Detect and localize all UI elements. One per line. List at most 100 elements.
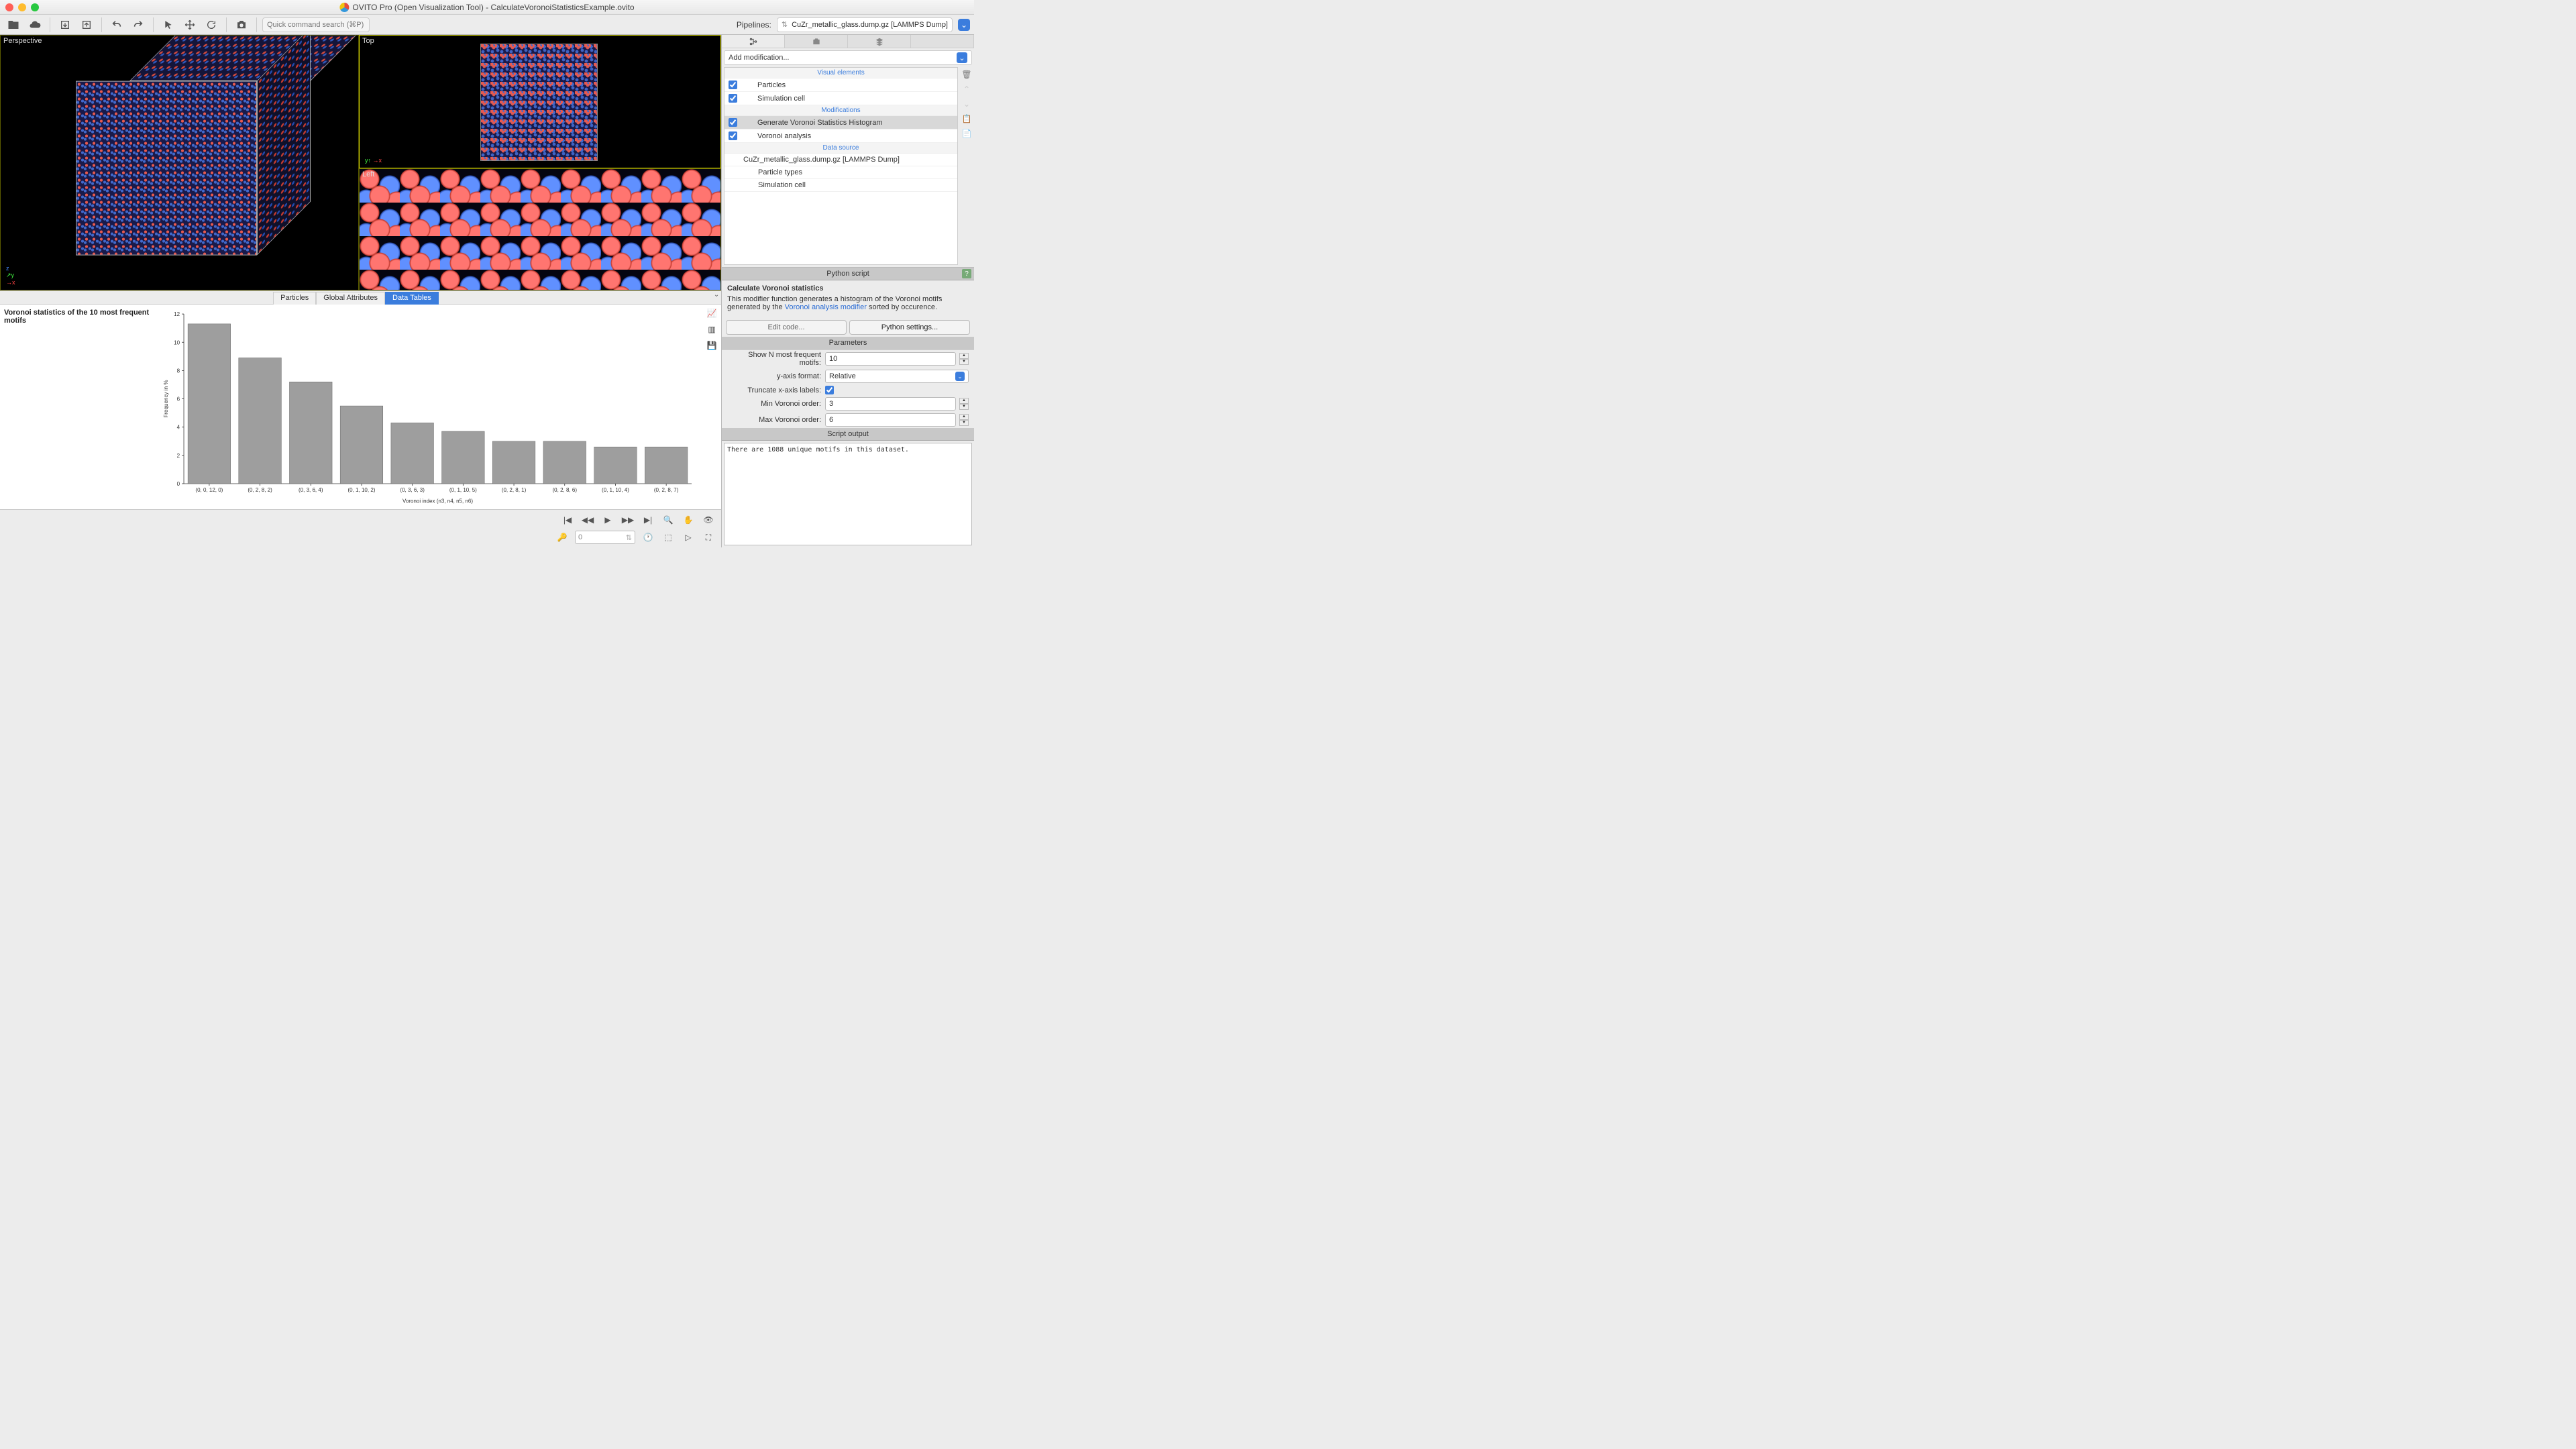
viewport-left[interactable]: Left bbox=[359, 168, 721, 290]
titlebar: OVITO Pro (Open Visualization Tool) - Ca… bbox=[0, 0, 974, 15]
delete-modifier-button[interactable]: 🗑 bbox=[961, 70, 971, 79]
copy-modifier-button[interactable]: 📋 bbox=[962, 114, 972, 123]
pipeline-item-particle-types[interactable]: Particle types bbox=[724, 166, 957, 179]
pipeline-item-voronoi[interactable]: Voronoi analysis bbox=[724, 129, 957, 143]
svg-text:(0, 1, 10, 4): (0, 1, 10, 4) bbox=[602, 487, 629, 493]
chart-line-mode-icon[interactable]: 📈 bbox=[707, 309, 717, 318]
save-session-as-button[interactable] bbox=[77, 17, 96, 33]
key-icon[interactable]: 🔑 bbox=[555, 530, 570, 545]
pan-button[interactable]: ✋ bbox=[681, 513, 696, 527]
tab-data-tables[interactable]: Data Tables bbox=[385, 292, 439, 305]
voronoi-enabled-checkbox[interactable] bbox=[729, 131, 737, 140]
move-tool-button[interactable] bbox=[180, 17, 199, 33]
zoom-button[interactable]: 🔍 bbox=[661, 513, 676, 527]
simulation-left-view bbox=[360, 169, 720, 290]
eye-button[interactable]: 👁 bbox=[701, 513, 716, 527]
n-motifs-input[interactable]: 10 bbox=[825, 352, 956, 366]
section-visual-elements: Visual elements bbox=[724, 68, 957, 78]
param-max-order: Max Voronoi order: 6 ▲▼ bbox=[722, 412, 974, 428]
help-button[interactable]: ? bbox=[962, 269, 971, 278]
play-button[interactable]: ▶ bbox=[600, 513, 615, 527]
pipeline-item-simcell-data[interactable]: Simulation cell bbox=[724, 179, 957, 192]
rtab-extra[interactable] bbox=[911, 35, 974, 48]
rotate-tool-button[interactable] bbox=[202, 17, 221, 33]
svg-text:(0, 3, 6, 4): (0, 3, 6, 4) bbox=[299, 487, 323, 493]
max-order-input[interactable]: 6 bbox=[825, 413, 956, 427]
python-settings-button[interactable]: Python settings... bbox=[849, 320, 970, 335]
pipeline-item-generate-histogram[interactable]: Generate Voronoi Statistics Histogram bbox=[724, 116, 957, 129]
go-first-frame-button[interactable]: |◀ bbox=[560, 513, 575, 527]
viewport-top[interactable]: Top y↑ →x bbox=[359, 35, 721, 168]
pipeline-item-particles[interactable]: Particles bbox=[724, 78, 957, 92]
pipelines-current: CuZr_metallic_glass.dump.gz [LAMMPS Dump… bbox=[792, 21, 948, 29]
select-tool-button[interactable] bbox=[159, 17, 178, 33]
render-button[interactable] bbox=[232, 17, 251, 33]
yaxis-format-combo[interactable]: Relative⌄ bbox=[825, 370, 969, 383]
redo-button[interactable] bbox=[129, 17, 148, 33]
viewport-perspective[interactable]: Perspective z↗y→x bbox=[0, 35, 359, 290]
genhist-enabled-checkbox[interactable] bbox=[729, 118, 737, 127]
svg-text:Frequency in %: Frequency in % bbox=[163, 380, 169, 417]
section-modifications: Modifications bbox=[724, 105, 957, 116]
pipelines-selector[interactable]: ⇅ CuZr_metallic_glass.dump.gz [LAMMPS Du… bbox=[777, 17, 953, 32]
cube-view-button[interactable]: ⬚ bbox=[661, 530, 676, 545]
close-window-button[interactable] bbox=[5, 3, 13, 11]
pipeline-item-simcell[interactable]: Simulation cell bbox=[724, 92, 957, 105]
svg-text:(0, 1, 10, 5): (0, 1, 10, 5) bbox=[449, 487, 477, 493]
viewports-grid: Top y↑ →x Perspective z↗y→x Left bbox=[0, 35, 721, 290]
svg-text:4: 4 bbox=[177, 424, 180, 430]
chart-area: 024681012Frequency in %(0, 0, 12, 0)(0, … bbox=[161, 305, 702, 509]
pipeline-list[interactable]: Visual elements Particles Simulation cel… bbox=[724, 67, 958, 265]
paste-modifier-button[interactable]: 📄 bbox=[962, 129, 972, 138]
simcell-visible-checkbox[interactable] bbox=[729, 94, 737, 103]
add-modification-dropdown[interactable]: Add modification... ⌄ bbox=[724, 50, 972, 65]
rtab-pipeline[interactable] bbox=[722, 35, 785, 48]
go-last-frame-button[interactable]: ▶| bbox=[641, 513, 655, 527]
move-up-button[interactable]: ⌃ bbox=[963, 85, 970, 94]
particles-visible-checkbox[interactable] bbox=[729, 80, 737, 89]
section-data-source: Data source bbox=[724, 143, 957, 154]
param-yaxis-format: y-axis format: Relative⌄ bbox=[722, 368, 974, 384]
app-logo-icon bbox=[339, 3, 349, 12]
simulation-top-view bbox=[480, 44, 598, 161]
fullscreen-button[interactable]: ⛶ bbox=[701, 530, 716, 545]
frame-number-input[interactable]: 0⇅ bbox=[575, 531, 635, 544]
next-frame-button[interactable]: ▶▶ bbox=[621, 513, 635, 527]
move-down-button[interactable]: ⌄ bbox=[963, 99, 970, 109]
quick-command-search[interactable] bbox=[262, 17, 370, 32]
viewport-left-label: Left bbox=[362, 170, 374, 178]
svg-text:Voronoi index (n3, n4, n5, n6): Voronoi index (n3, n4, n5, n6) bbox=[402, 498, 473, 504]
edit-code-button[interactable]: Edit code... bbox=[726, 320, 847, 335]
maximize-window-button[interactable] bbox=[31, 3, 39, 11]
download-remote-button[interactable] bbox=[25, 17, 44, 33]
script-output: There are 1088 unique motifs in this dat… bbox=[724, 443, 972, 545]
voronoi-modifier-link[interactable]: Voronoi analysis modifier bbox=[785, 303, 867, 311]
n-motifs-spinner[interactable]: ▲▼ bbox=[959, 353, 969, 365]
data-panel: Particles Global Attributes Data Tables … bbox=[0, 290, 721, 509]
truncate-labels-checkbox[interactable] bbox=[825, 386, 834, 394]
data-panel-collapse-button[interactable]: ⌄ bbox=[712, 291, 721, 304]
prev-frame-button[interactable]: ◀◀ bbox=[580, 513, 595, 527]
tab-global-attributes[interactable]: Global Attributes bbox=[316, 292, 385, 305]
minimize-window-button[interactable] bbox=[18, 3, 26, 11]
rtab-overlays[interactable] bbox=[848, 35, 911, 48]
chart-export-icon[interactable]: 💾 bbox=[707, 341, 717, 350]
svg-text:10: 10 bbox=[174, 339, 180, 345]
save-session-button[interactable] bbox=[56, 17, 74, 33]
time-settings-button[interactable]: 🕐 bbox=[641, 530, 655, 545]
min-order-spinner[interactable]: ▲▼ bbox=[959, 398, 969, 410]
pipelines-dropdown-button[interactable]: ⌄ bbox=[958, 19, 970, 31]
rtab-render[interactable] bbox=[785, 35, 848, 48]
pipeline-item-source[interactable]: CuZr_metallic_glass.dump.gz [LAMMPS Dump… bbox=[724, 154, 957, 166]
window-title: OVITO Pro (Open Visualization Tool) - Ca… bbox=[339, 3, 634, 12]
chart-bar-mode-icon[interactable]: ▥ bbox=[708, 325, 715, 334]
pipelines-label: Pipelines: bbox=[737, 20, 771, 30]
max-order-spinner[interactable]: ▲▼ bbox=[959, 414, 969, 426]
modifier-description: This modifier function generates a histo… bbox=[727, 295, 969, 311]
open-file-button[interactable] bbox=[4, 17, 23, 33]
run-script-button[interactable]: ▷ bbox=[681, 530, 696, 545]
tab-particles[interactable]: Particles bbox=[273, 292, 316, 305]
axis-indicator-perspective: z↗y→x bbox=[6, 265, 15, 286]
min-order-input[interactable]: 3 bbox=[825, 397, 956, 411]
undo-button[interactable] bbox=[107, 17, 126, 33]
